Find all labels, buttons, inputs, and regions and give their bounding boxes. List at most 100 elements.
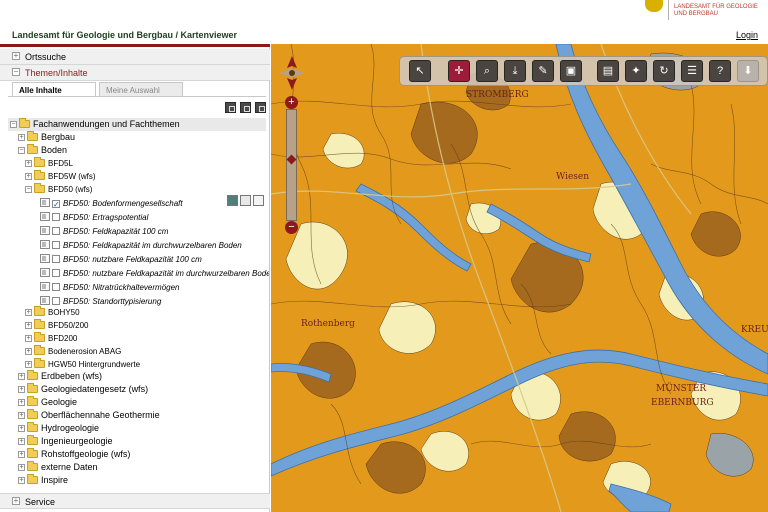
folder-icon (27, 131, 38, 141)
layer-icon (40, 268, 50, 277)
zoom-out-button[interactable]: − (285, 221, 298, 234)
tree-node-bergbau[interactable]: + Bergbau (18, 131, 75, 144)
tree-node-bfd5l[interactable]: + BFD5L (25, 157, 73, 170)
layer-checkbox[interactable] (52, 269, 60, 277)
folder-icon (34, 358, 45, 368)
collapse-icon: − (12, 67, 20, 76)
legend-button[interactable] (227, 195, 238, 206)
tree-node-hydrogeologie[interactable]: + Hydrogeologie (18, 422, 99, 435)
tab-meine-auswahl[interactable]: Meine Auswahl (99, 82, 183, 97)
tree-node-label: Geologiedatengesetz (wfs) (41, 384, 149, 394)
tree-node-geologiedatengesetz[interactable]: + Geologiedatengesetz (wfs) (18, 383, 148, 396)
folder-icon (27, 144, 38, 154)
layer-item[interactable]: BFD50: Feldkapazität 100 cm (40, 225, 168, 238)
accordion-themen[interactable]: − Themen/Inhalte (0, 65, 270, 81)
tree-node-label: HGW50 Hintergrundwerte (48, 360, 141, 369)
clear-selection-button[interactable] (255, 102, 266, 113)
layer-checkbox[interactable] (52, 255, 60, 263)
help-icon[interactable]: ? (709, 60, 731, 82)
tree-node-label: Ingenieurgeologie (41, 436, 113, 446)
tree-node-label: BFD200 (48, 334, 78, 343)
collapse-icon: − (10, 121, 17, 128)
expand-icon: + (12, 51, 20, 60)
layer-item[interactable]: BFD50: Feldkapazität im durchwurzelbaren… (40, 239, 242, 252)
layer-icon (40, 254, 50, 263)
tree-node-bfd200[interactable]: + BFD200 (25, 332, 77, 345)
edit-icon[interactable]: ✎ (532, 60, 554, 82)
layer-checkbox[interactable] (52, 227, 60, 235)
layer-icon (40, 296, 50, 305)
tree-node-label: BFD5W (wfs) (48, 172, 96, 181)
tree-node-bfd5w[interactable]: + BFD5W (wfs) (25, 170, 96, 183)
tree-node-inspire[interactable]: + Inspire (18, 474, 68, 487)
metadata-button[interactable] (253, 195, 264, 206)
download-icon[interactable]: ⤓ (504, 60, 526, 82)
expand-icon: + (18, 477, 25, 484)
layer-icon (40, 226, 50, 235)
export-icon[interactable]: ⬇ (737, 60, 759, 82)
tree-node-bohy50[interactable]: + BOHY50 (25, 306, 80, 319)
logo-text: LANDESAMT FÜR GEOLOGIE UND BERGBAU (674, 4, 758, 17)
print-icon[interactable]: ▤ (597, 60, 619, 82)
layer-label: BFD50: Feldkapazität im durchwurzelbaren… (63, 241, 242, 250)
tree-node-bodenerosion[interactable]: + Bodenerosion ABAG (25, 345, 121, 358)
expand-icon: + (25, 335, 32, 342)
login-link[interactable]: Login (736, 30, 758, 40)
tree-node-label: Bodenerosion ABAG (48, 347, 122, 356)
expand-icon: + (18, 451, 25, 458)
tree-node-geologie[interactable]: + Geologie (18, 396, 77, 409)
zoom-slider[interactable] (286, 109, 297, 221)
layer-label: BFD50: Feldkapazität 100 cm (63, 227, 169, 236)
tree-node-label: Rohstoffgeologie (wfs) (41, 449, 131, 459)
layer-item[interactable]: BFD50: Ertragspotential (40, 211, 148, 224)
tree-node-label: Geologie (41, 397, 78, 407)
tree-node-bfd50-200[interactable]: + BFD50/200 (25, 319, 88, 332)
tree-node-label: Bergbau (41, 132, 76, 142)
tree-node-label: Oberflächennahe Geothermie (41, 410, 160, 420)
tree-node-label: Hydrogeologie (41, 423, 100, 433)
tree-node-rohstoffgeologie[interactable]: + Rohstoffgeologie (wfs) (18, 448, 130, 461)
map-label: Rothenberg (301, 319, 355, 329)
collapse-all-button[interactable] (225, 102, 236, 113)
layer-item[interactable]: ✓ BFD50: Bodenformengesellschaft (40, 197, 183, 210)
folder-icon (34, 157, 45, 167)
layer-item[interactable]: BFD50: nutzbare Feldkapazität 100 cm (40, 253, 202, 266)
layer-checkbox[interactable] (52, 283, 60, 291)
tree-node-externe-daten[interactable]: + externe Daten (18, 461, 98, 474)
layer-label: BFD50: Ertragspotential (63, 213, 149, 222)
tree-node-geothermie[interactable]: + Oberflächennahe Geothermie (18, 409, 160, 422)
tree-node-bfd50[interactable]: − BFD50 (wfs) (25, 183, 92, 196)
info-icon[interactable]: ↖ (409, 60, 431, 82)
layer-label: BFD50: nutzbare Feldkapazität im durchwu… (63, 269, 269, 278)
folder-icon (27, 396, 38, 406)
list-icon[interactable]: ☰ (681, 60, 703, 82)
tree-node-root[interactable]: − Fachanwendungen und Fachthemen (10, 118, 180, 131)
folder-icon (34, 170, 45, 180)
layer-checkbox[interactable] (52, 213, 60, 221)
layer-label: BFD50: Standorttypisierung (63, 297, 162, 306)
accordion-service[interactable]: + Service (0, 493, 270, 509)
layer-checkbox[interactable] (52, 297, 60, 305)
tab-alle-inhalte[interactable]: Alle Inhalte (12, 82, 96, 97)
tree-node-ingenieurgeologie[interactable]: + Ingenieurgeologie (18, 435, 113, 448)
layer-item[interactable]: BFD50: nutzbare Feldkapazität im durchwu… (40, 267, 269, 280)
expand-icon: + (25, 348, 32, 355)
zoom-in-button[interactable]: + (285, 96, 298, 109)
folder-icon (34, 319, 45, 329)
pan-icon[interactable]: ✛ (448, 60, 470, 82)
accordion-ortssuche[interactable]: + Ortssuche (0, 49, 270, 65)
expand-all-button[interactable] (240, 102, 251, 113)
tree-node-boden[interactable]: − Boden (18, 144, 67, 157)
compass-rose-icon[interactable] (280, 56, 304, 90)
refresh-icon[interactable]: ↻ (653, 60, 675, 82)
map-canvas[interactable]: STROMBERG Wiesen KREUZ MÜNSTER EBERNBURG… (271, 44, 768, 512)
transparency-button[interactable] (240, 195, 251, 206)
accordion-themen-label: Themen/Inhalte (25, 68, 88, 78)
layer-checkbox[interactable]: ✓ (52, 200, 60, 209)
layer-checkbox[interactable] (52, 241, 60, 249)
lock-icon[interactable]: ▣ (560, 60, 582, 82)
tree-node-erdbeben[interactable]: + Erdbeben (wfs) (18, 370, 102, 383)
zoom-icon[interactable]: ⌕ (476, 60, 498, 82)
layer-item[interactable]: BFD50: Nitratrückhaltevermögen (40, 281, 180, 294)
wrench-icon[interactable]: ✦ (625, 60, 647, 82)
